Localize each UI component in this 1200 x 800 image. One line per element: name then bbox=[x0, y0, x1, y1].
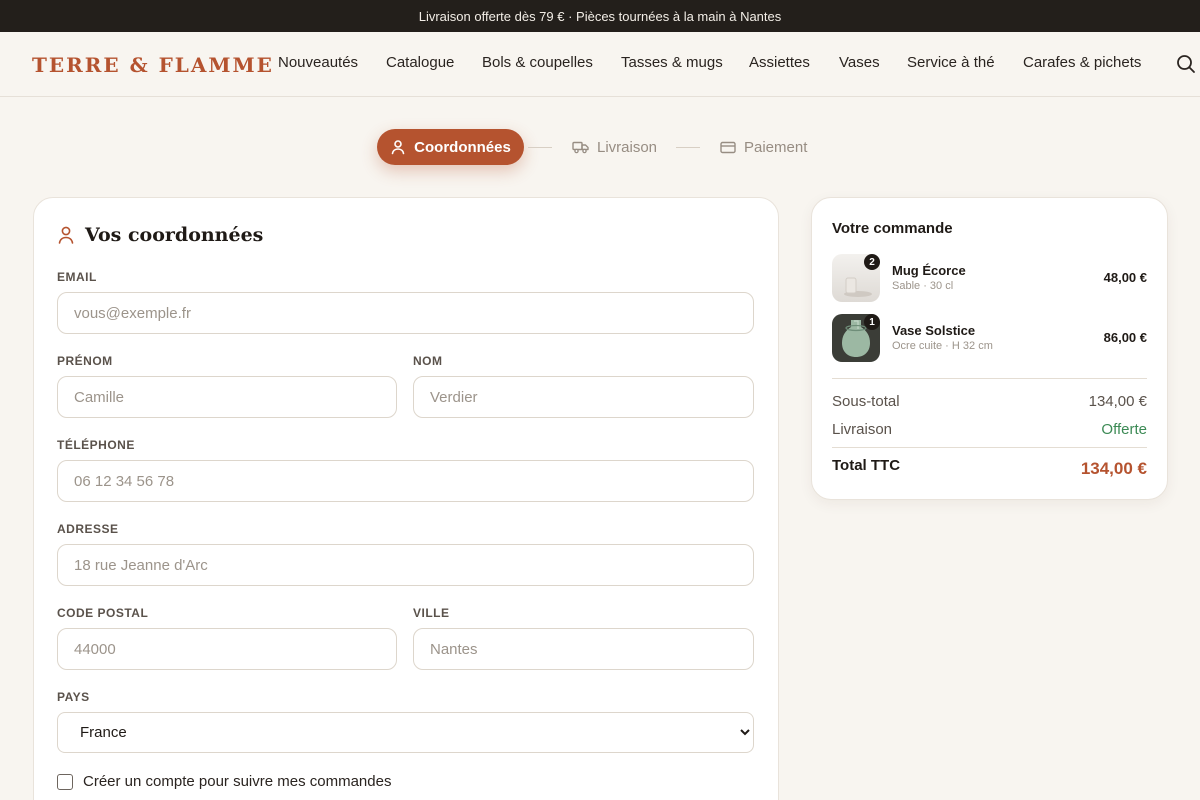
item-name: Vase Solstice bbox=[892, 323, 976, 338]
phone-label: TÉLÉPHONE bbox=[57, 438, 135, 452]
search-button[interactable] bbox=[1176, 54, 1198, 76]
email-field[interactable] bbox=[57, 292, 754, 334]
create-account-label: Créer un compte pour suivre mes commande… bbox=[83, 773, 392, 790]
email-label: EMAIL bbox=[57, 270, 97, 284]
address-field[interactable] bbox=[57, 544, 754, 586]
announcement-text: Livraison offerte dès 79 € · Pièces tour… bbox=[418, 8, 782, 24]
create-account-checkbox[interactable] bbox=[57, 773, 73, 790]
subtotal-label: Sous-total bbox=[832, 393, 900, 410]
checkout-steps: Coordonnées Livraison Paiement bbox=[0, 129, 1200, 165]
step-label: Paiement bbox=[744, 138, 808, 156]
step-coordonnees[interactable]: Coordonnées bbox=[377, 129, 524, 165]
item-price: 86,00 € bbox=[1103, 330, 1147, 345]
nav-item-bols-coupelles[interactable]: Bols & coupelles bbox=[482, 54, 593, 71]
nav-item-nouveautes[interactable]: Nouveautés bbox=[278, 54, 358, 71]
postal-code-label: CODE POSTAL bbox=[57, 606, 149, 620]
truck-icon bbox=[572, 141, 589, 154]
form-title: Vos coordonnées bbox=[57, 224, 263, 246]
announcement-bar: Livraison offerte dès 79 € · Pièces tour… bbox=[0, 0, 1200, 32]
last-name-field[interactable] bbox=[413, 376, 754, 418]
shipping-label: Livraison bbox=[832, 421, 893, 438]
address-label: ADRESSE bbox=[57, 522, 119, 536]
step-separator bbox=[528, 147, 552, 148]
item-variant: Ocre cuite · H 32 cm bbox=[892, 340, 993, 352]
item-price: 48,00 € bbox=[1103, 270, 1147, 285]
postal-code-field[interactable] bbox=[57, 628, 397, 670]
subtotal-value: 134,00 € bbox=[1088, 393, 1147, 410]
step-paiement[interactable]: Paiement bbox=[720, 129, 807, 165]
step-livraison[interactable]: Livraison bbox=[572, 129, 657, 165]
site-header: TERRE & FLAMME Nouveautés Catalogue Bols… bbox=[0, 32, 1200, 97]
country-label: PAYS bbox=[57, 690, 90, 704]
phone-field[interactable] bbox=[57, 460, 754, 502]
step-separator bbox=[676, 147, 700, 148]
country-select[interactable]: France bbox=[57, 712, 754, 753]
step-label: Coordonnées bbox=[414, 138, 511, 156]
total-value: 134,00 € bbox=[1080, 459, 1147, 478]
nav-item-assiettes[interactable]: Assiettes bbox=[749, 54, 810, 71]
nav-item-vases[interactable]: Vases bbox=[839, 54, 880, 71]
quantity-badge: 2 bbox=[864, 254, 880, 270]
credit-card-icon bbox=[720, 141, 736, 153]
user-icon bbox=[58, 226, 74, 244]
brand-logo[interactable]: TERRE & FLAMME bbox=[32, 53, 274, 77]
order-title: Votre commande bbox=[832, 220, 953, 237]
user-icon bbox=[391, 140, 405, 155]
shipping-value: Offerte bbox=[1101, 421, 1147, 438]
nav-item-catalogue[interactable]: Catalogue bbox=[386, 54, 454, 71]
first-name-label: PRÉNOM bbox=[57, 354, 113, 368]
create-account-row[interactable]: Créer un compte pour suivre mes commande… bbox=[57, 773, 391, 790]
quantity-badge: 1 bbox=[864, 314, 880, 330]
last-name-label: NOM bbox=[413, 354, 443, 368]
step-label: Livraison bbox=[597, 138, 658, 156]
total-label: Total TTC bbox=[832, 457, 901, 474]
nav-item-carafes-pichets[interactable]: Carafes & pichets bbox=[1023, 54, 1141, 71]
city-field[interactable] bbox=[413, 628, 754, 670]
nav-item-service-a-the[interactable]: Service à thé bbox=[907, 54, 995, 71]
city-label: VILLE bbox=[413, 606, 450, 620]
item-name: Mug Écorce bbox=[892, 263, 966, 278]
form-title-text: Vos coordonnées bbox=[85, 224, 264, 246]
first-name-field[interactable] bbox=[57, 376, 397, 418]
search-icon bbox=[1177, 55, 1195, 73]
divider bbox=[832, 378, 1147, 379]
divider bbox=[832, 447, 1147, 448]
nav-item-tasses-mugs[interactable]: Tasses & mugs bbox=[621, 54, 723, 71]
item-variant: Sable · 30 cl bbox=[892, 280, 954, 292]
